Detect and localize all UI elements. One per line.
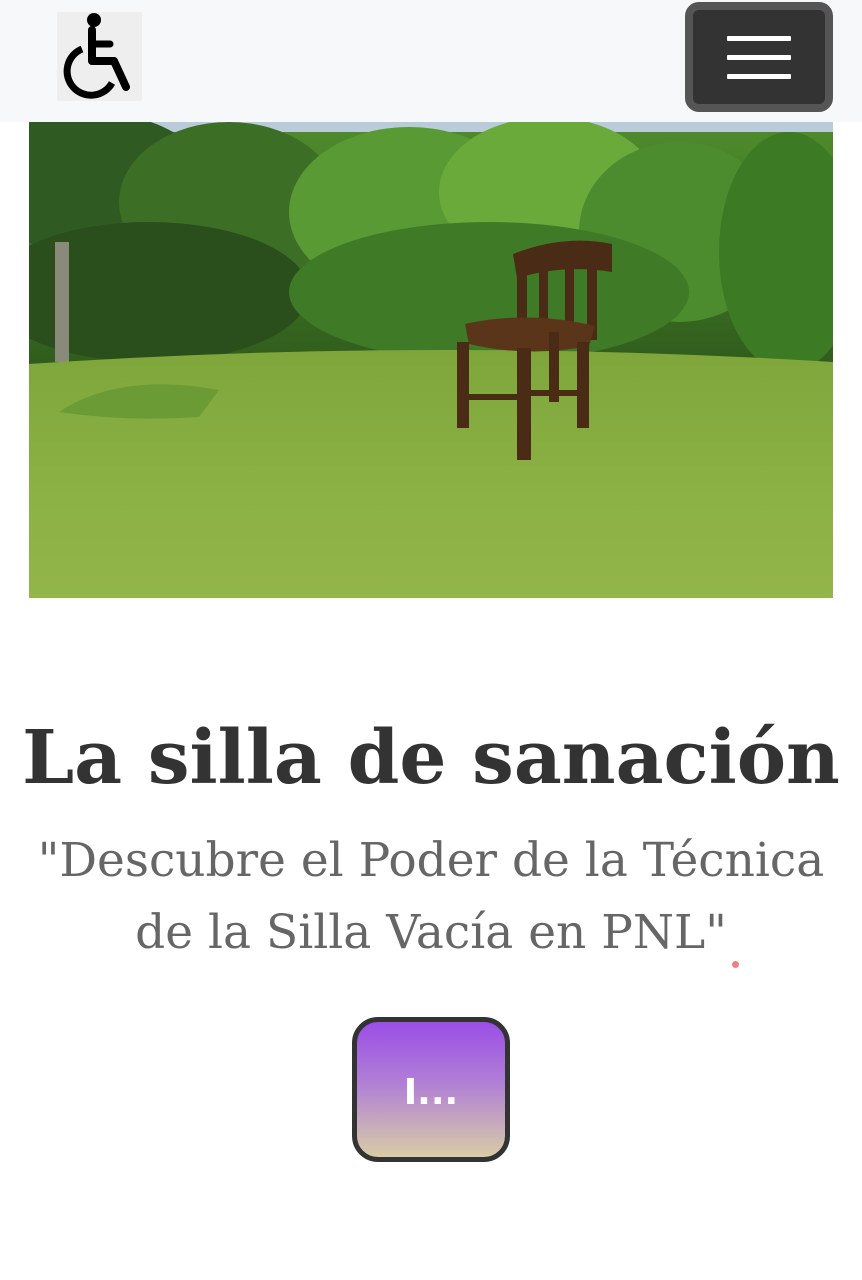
page-title: La silla de sanación (22, 715, 840, 801)
cta-button[interactable]: I... (352, 1017, 510, 1162)
wheelchair-icon (63, 12, 130, 99)
page-subtitle: "Descubre el Poder de la Técnica de la S… (37, 833, 825, 960)
accessibility-button[interactable] (57, 12, 142, 101)
menu-toggle-button[interactable] (685, 2, 833, 112)
site-header (0, 0, 862, 122)
decorative-dot (732, 961, 739, 968)
hero-image (29, 122, 833, 598)
hamburger-menu-icon (727, 35, 791, 41)
